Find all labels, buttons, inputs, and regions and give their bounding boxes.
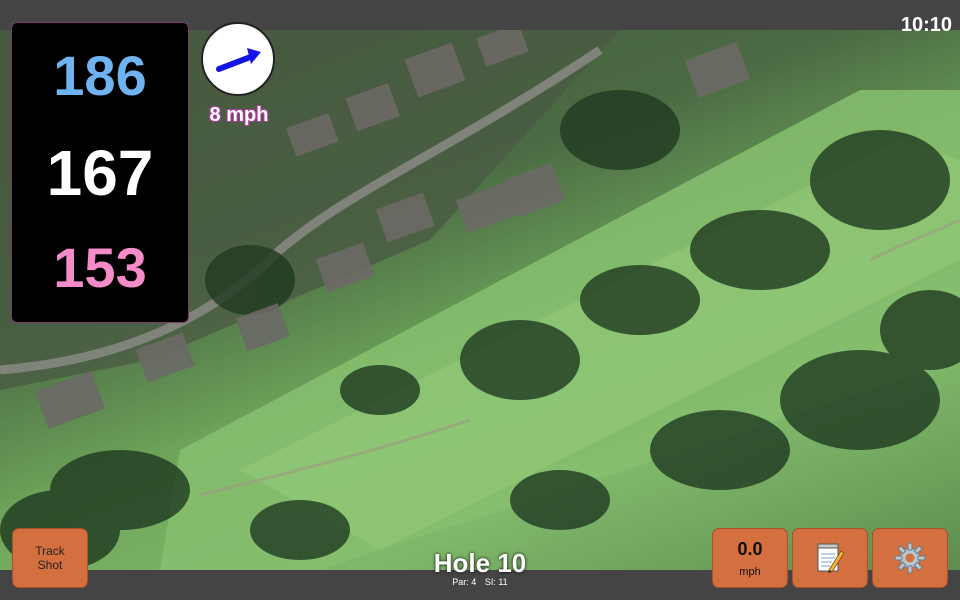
wind-indicator xyxy=(201,22,275,96)
speed-unit: mph xyxy=(739,565,761,578)
hole-stroke-index: SI: 11 xyxy=(484,577,508,587)
wind-direction-arrow-icon xyxy=(216,48,261,72)
distance-back: 186 xyxy=(53,44,147,107)
distance-middle: 167 xyxy=(46,137,154,209)
hole-title: Hole 10 xyxy=(433,548,527,578)
settings-button[interactable] xyxy=(872,528,948,588)
track-shot-button[interactable]: Track Shot xyxy=(12,528,88,588)
distance-front: 153 xyxy=(53,236,147,299)
hole-meta: Par: 4 SI: 11 xyxy=(380,577,580,587)
track-shot-label-line1: Track xyxy=(35,544,65,558)
distance-panel: 186 167 153 xyxy=(11,22,189,323)
hole-par: Par: 4 xyxy=(452,577,477,587)
track-shot-label-line2: Shot xyxy=(37,558,63,572)
speed-value: 0.0 xyxy=(737,538,763,559)
speed-button[interactable]: 0.0 mph xyxy=(712,528,788,588)
status-clock: 10:10 xyxy=(900,14,952,36)
wind-speed-label: 8 mph xyxy=(209,104,269,126)
notes-button[interactable] xyxy=(792,528,868,588)
notepad-pencil-icon xyxy=(817,543,845,573)
gear-icon xyxy=(894,542,926,574)
